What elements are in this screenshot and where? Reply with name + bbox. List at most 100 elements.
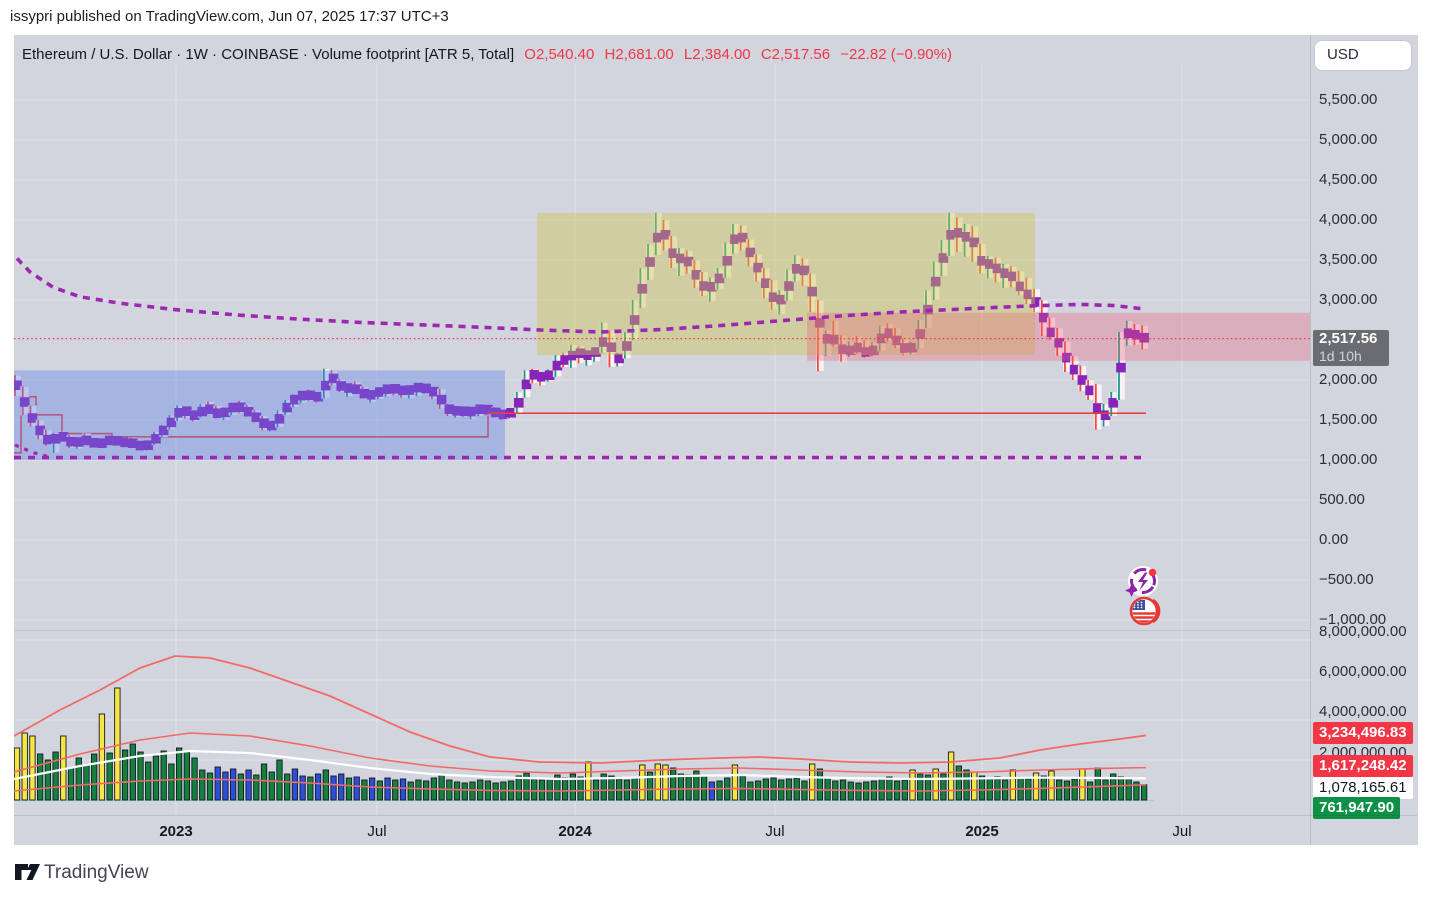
volume-bar[interactable] <box>407 781 414 801</box>
volume-bar[interactable] <box>345 777 353 801</box>
volume-bar[interactable] <box>1056 779 1063 801</box>
pane-divider[interactable] <box>14 630 1417 631</box>
volume-bar[interactable] <box>947 751 955 801</box>
time-axis[interactable]: 2023 Jul 2024 Jul 2025 Jul <box>14 815 1417 846</box>
volume-bar[interactable] <box>268 771 275 801</box>
volume-bar[interactable] <box>971 771 978 801</box>
volume-bar[interactable] <box>1048 770 1055 801</box>
volume-bar[interactable] <box>44 759 52 801</box>
volume-bar[interactable] <box>469 781 476 801</box>
volume-bar[interactable] <box>1140 784 1148 801</box>
volume-bar[interactable] <box>438 773 445 801</box>
volume-bar[interactable] <box>1117 776 1125 801</box>
volume-bar[interactable] <box>237 773 245 801</box>
volume-bar[interactable] <box>361 779 368 801</box>
volume-bar[interactable] <box>731 764 739 801</box>
volume-bar[interactable] <box>129 743 136 801</box>
volume-bar[interactable] <box>538 779 546 801</box>
volume-bar[interactable] <box>515 775 522 801</box>
volume-bar[interactable] <box>531 777 538 801</box>
chart-widget[interactable]: Ethereum / U.S. Dollar · 1W · COINBASE ·… <box>14 35 1418 846</box>
volume-bar[interactable] <box>67 767 75 801</box>
volume-bar[interactable] <box>98 713 106 801</box>
volume-bar[interactable] <box>561 777 569 801</box>
accumulation-box-blue[interactable] <box>14 370 505 460</box>
volume-bar[interactable] <box>260 763 268 801</box>
volume-bar[interactable] <box>330 775 337 801</box>
volume-bar[interactable] <box>338 773 345 801</box>
volume-bar[interactable] <box>183 751 190 801</box>
volume-bar[interactable] <box>175 747 183 801</box>
volume-bar[interactable] <box>461 782 468 801</box>
volume-bar[interactable] <box>886 776 893 801</box>
price-axis[interactable]: USD 5,500.00 5,000.00 4,500.00 4,000.00 3,50… <box>1310 35 1418 845</box>
volume-bar[interactable] <box>909 769 916 801</box>
volume-bar[interactable] <box>423 780 430 801</box>
volume-bar[interactable] <box>14 747 21 801</box>
volume-bar[interactable] <box>1094 767 1101 801</box>
us-economic-event-icon[interactable] <box>1129 596 1161 626</box>
volume-bar[interactable] <box>353 776 360 801</box>
volume-bar[interactable] <box>1079 768 1086 801</box>
volume-bar[interactable] <box>994 776 1001 801</box>
volume-bar[interactable] <box>245 769 252 801</box>
volume-bar[interactable] <box>453 781 461 801</box>
volume-bar[interactable] <box>716 780 723 801</box>
volume-bar[interactable] <box>855 782 862 801</box>
volume-bar[interactable] <box>932 768 939 801</box>
volume-bar[interactable] <box>160 750 167 801</box>
volume-bar[interactable] <box>199 769 206 801</box>
volume-bar[interactable] <box>963 769 970 801</box>
volume-bar[interactable] <box>608 775 615 801</box>
volume-bar[interactable] <box>152 755 160 801</box>
tradingview-watermark[interactable]: TradingView <box>44 862 149 884</box>
volume-bar[interactable] <box>299 775 306 801</box>
volume-bar[interactable] <box>314 773 322 801</box>
volume-bar[interactable] <box>52 751 59 801</box>
volume-bar[interactable] <box>83 764 90 801</box>
volume-bar[interactable] <box>1009 769 1017 801</box>
volume-bar[interactable] <box>392 779 399 801</box>
volume-bar[interactable] <box>901 779 908 801</box>
volume-bar[interactable] <box>685 774 692 801</box>
volume-bar[interactable] <box>253 774 260 801</box>
volume-bar[interactable] <box>1125 777 1132 801</box>
volume-bar[interactable] <box>878 777 885 801</box>
volume-bar[interactable] <box>1102 779 1109 801</box>
volume-bar[interactable] <box>214 766 221 801</box>
volume-bar[interactable] <box>307 776 314 801</box>
volume-bar[interactable] <box>322 769 329 801</box>
volume-bar[interactable] <box>978 775 986 801</box>
volume-bar[interactable] <box>384 777 391 801</box>
volume-bar[interactable] <box>399 778 407 801</box>
volume-bar[interactable] <box>955 765 962 801</box>
volume-bar[interactable] <box>585 761 592 801</box>
volume-bar[interactable] <box>276 759 283 801</box>
volume-bar[interactable] <box>137 751 144 801</box>
volume-bar[interactable] <box>1086 781 1094 801</box>
currency-button[interactable]: USD <box>1315 41 1411 70</box>
volume-bar[interactable] <box>801 780 808 801</box>
ai-spark-event-icon[interactable] <box>1125 565 1159 597</box>
volume-bar[interactable] <box>824 777 831 801</box>
volume-bar[interactable] <box>809 763 816 801</box>
volume-bar[interactable] <box>816 768 824 801</box>
volume-bar[interactable] <box>754 780 762 801</box>
volume-bar[interactable] <box>37 753 44 801</box>
volume-bar[interactable] <box>376 780 383 801</box>
volume-bars-layer[interactable] <box>14 687 1148 801</box>
volume-bar[interactable] <box>670 767 677 801</box>
volume-bar[interactable] <box>415 779 422 801</box>
volume-bar[interactable] <box>546 778 553 801</box>
volume-bar[interactable] <box>75 757 82 801</box>
volume-bar[interactable] <box>206 772 214 801</box>
supply-box-pink[interactable] <box>807 312 1310 361</box>
volume-bar[interactable] <box>168 763 175 801</box>
volume-bar[interactable] <box>91 753 98 801</box>
tradingview-logo-icon[interactable] <box>15 862 41 882</box>
volume-bar[interactable] <box>677 773 685 801</box>
volume-bar[interactable] <box>284 773 291 801</box>
volume-bar[interactable] <box>708 781 715 801</box>
volume-bar[interactable] <box>577 776 584 801</box>
volume-bar[interactable] <box>230 768 237 801</box>
